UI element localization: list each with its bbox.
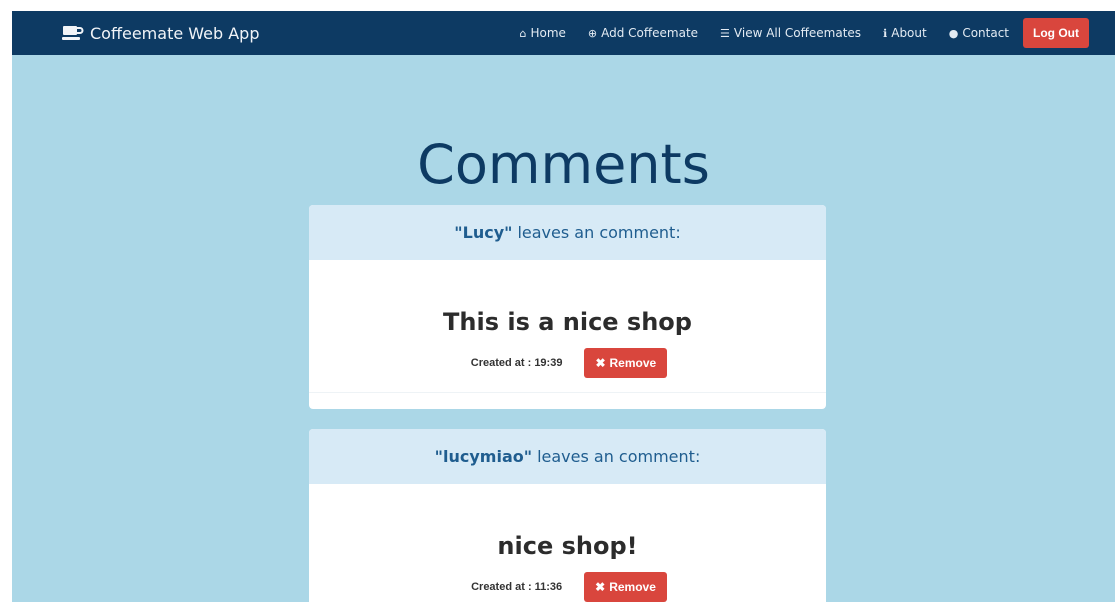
close-icon: ✖: [595, 356, 606, 370]
comment-meta: Created at :19:39 ✖ Remove: [309, 348, 826, 378]
nav-contact[interactable]: ● Contact: [938, 11, 1020, 55]
nav-about-label: About: [891, 26, 927, 40]
nav-view-all-coffeemates[interactable]: ☰ View All Coffeemates: [709, 11, 872, 55]
comment-icon: ●: [948, 26, 959, 40]
nav-home[interactable]: ⌂ Home: [508, 11, 576, 55]
comment-text: This is a nice shop: [443, 308, 692, 336]
page-title: Comments: [417, 133, 710, 196]
comment-card-body: This is a nice shop Created at :19:39 ✖ …: [309, 260, 826, 393]
comment-header-suffix: leaves an comment:: [517, 223, 681, 242]
created-at-time: 11:36: [534, 581, 563, 593]
plus-circle-icon: ⊕: [587, 26, 598, 40]
nav-add-coffeemate-label: Add Coffeemate: [601, 26, 699, 40]
list-icon: ☰: [720, 26, 730, 40]
app-frame: Coffeemate Web App ⌂ Home ⊕ Add Coffeema…: [12, 11, 1115, 602]
comment-text: nice shop!: [497, 532, 638, 560]
brand-label: Coffeemate Web App: [90, 23, 260, 43]
main-nav: ⌂ Home ⊕ Add Coffeemate ☰ View All Coffe…: [508, 11, 1089, 55]
navbar: Coffeemate Web App ⌂ Home ⊕ Add Coffeema…: [12, 11, 1115, 55]
coffee-cup-icon: [62, 25, 84, 41]
comment-card-body: nice shop! Created at :11:36 ✖ Remove: [309, 484, 826, 602]
remove-button[interactable]: ✖ Remove: [584, 572, 667, 602]
comment-card: "lucymiao" leaves an comment: nice shop!…: [309, 429, 826, 602]
remove-button-label: Remove: [609, 580, 656, 594]
nav-add-coffeemate[interactable]: ⊕ Add Coffeemate: [577, 11, 709, 55]
nav-about[interactable]: ℹ About: [872, 11, 938, 55]
home-icon: ⌂: [519, 26, 527, 40]
remove-button-label: Remove: [609, 356, 657, 370]
nav-contact-label: Contact: [962, 26, 1010, 40]
logout-button[interactable]: Log Out: [1023, 18, 1089, 48]
nav-view-all-label: View All Coffeemates: [733, 26, 862, 40]
created-at: Created at :19:39: [468, 357, 563, 369]
created-at-label: Created at :: [471, 581, 532, 593]
info-icon: ℹ: [883, 26, 888, 40]
comment-card-header: "Lucy" leaves an comment:: [309, 205, 826, 260]
created-at-time: 19:39: [534, 357, 563, 369]
created-at-label: Created at :: [470, 357, 532, 369]
brand-link[interactable]: Coffeemate Web App: [62, 11, 260, 55]
comment-header-suffix: leaves an comment:: [537, 447, 701, 466]
comment-meta: Created at :11:36 ✖ Remove: [309, 572, 826, 602]
nav-home-label: Home: [530, 26, 566, 40]
comment-author: "lucymiao": [434, 447, 533, 466]
comment-card-header: "lucymiao" leaves an comment:: [309, 429, 826, 484]
close-icon: ✖: [595, 580, 606, 594]
remove-button[interactable]: ✖ Remove: [584, 348, 668, 378]
comment-card: "Lucy" leaves an comment: This is a nice…: [309, 205, 826, 409]
created-at: Created at :11:36: [468, 581, 562, 593]
comment-author: "Lucy": [454, 223, 513, 242]
